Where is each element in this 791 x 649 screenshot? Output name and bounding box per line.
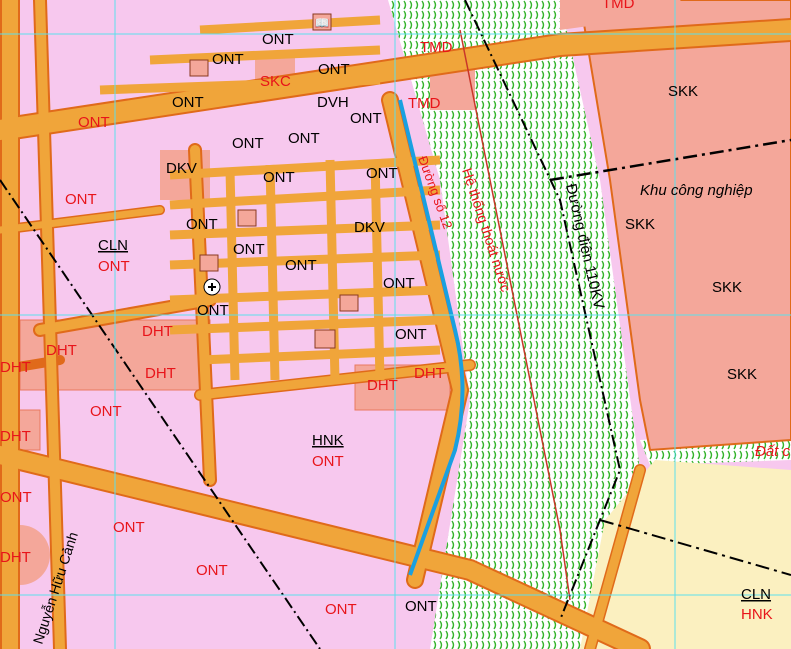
label-ont: ONT	[197, 302, 229, 319]
label-skk: SKK	[625, 216, 655, 233]
label-ont: ONT	[65, 191, 97, 208]
label-dht: DHT	[414, 365, 445, 382]
label-dht: DHT	[0, 428, 31, 445]
label-cln: CLN	[98, 237, 128, 254]
label-ont: ONT	[0, 489, 32, 506]
label-ont: ONT	[383, 275, 415, 292]
label-dht: DHT	[145, 365, 176, 382]
book-icon	[314, 329, 336, 349]
book-icon: 📖	[312, 13, 332, 31]
label-dht: DHT	[367, 377, 398, 394]
label-hnk: HNK	[741, 606, 773, 623]
label-skc: SKC	[260, 73, 291, 90]
label-ont: ONT	[98, 258, 130, 275]
book-icon	[339, 294, 359, 312]
label-ont: ONT	[395, 326, 427, 343]
label-ont: ONT	[325, 601, 357, 618]
label-ont: ONT	[90, 403, 122, 420]
label-ont: ONT	[113, 519, 145, 536]
label-ont: ONT	[78, 114, 110, 131]
label-skk: SKK	[712, 279, 742, 296]
label-ont: ONT	[263, 169, 295, 186]
label-cln: CLN	[741, 586, 771, 603]
label-dht: DHT	[0, 359, 31, 376]
label-dat: Đất c	[755, 443, 791, 460]
label-dvh: DVH	[317, 94, 349, 111]
label-tmd: TMD	[408, 95, 441, 112]
label-ont: ONT	[262, 31, 294, 48]
land-use-map: 📖 ONT ONT ONT ONT ONT DVH ONT ONT ONT ON…	[0, 0, 791, 649]
label-tmd: TMD	[602, 0, 635, 12]
label-ont: ONT	[288, 130, 320, 147]
label-ont: ONT	[186, 216, 218, 233]
label-hnk: HNK	[312, 432, 344, 449]
label-kcn: Khu công nghiệp	[640, 182, 753, 199]
svg-text:📖: 📖	[315, 16, 330, 30]
book-icon	[237, 209, 257, 227]
label-ont: ONT	[196, 562, 228, 579]
label-ont: ONT	[285, 257, 317, 274]
label-ont: ONT	[232, 135, 264, 152]
book-icon	[199, 254, 219, 272]
label-ont: ONT	[350, 110, 382, 127]
label-skk: SKK	[668, 83, 698, 100]
label-ont: ONT	[405, 598, 437, 615]
label-skk: SKK	[727, 366, 757, 383]
label-dht: DHT	[46, 342, 77, 359]
label-dkv: DKV	[166, 160, 197, 177]
hospital-icon	[203, 278, 221, 296]
label-ont: ONT	[318, 61, 350, 78]
label-dkv: DKV	[354, 219, 385, 236]
label-tmd: TMD	[420, 39, 453, 56]
label-dht: DHT	[142, 323, 173, 340]
label-ont: ONT	[212, 51, 244, 68]
label-ont: ONT	[366, 165, 398, 182]
label-ont: ONT	[233, 241, 265, 258]
book-icon	[189, 59, 209, 77]
label-ont: ONT	[172, 94, 204, 111]
label-ont: ONT	[312, 453, 344, 470]
label-dht: DHT	[0, 549, 31, 566]
